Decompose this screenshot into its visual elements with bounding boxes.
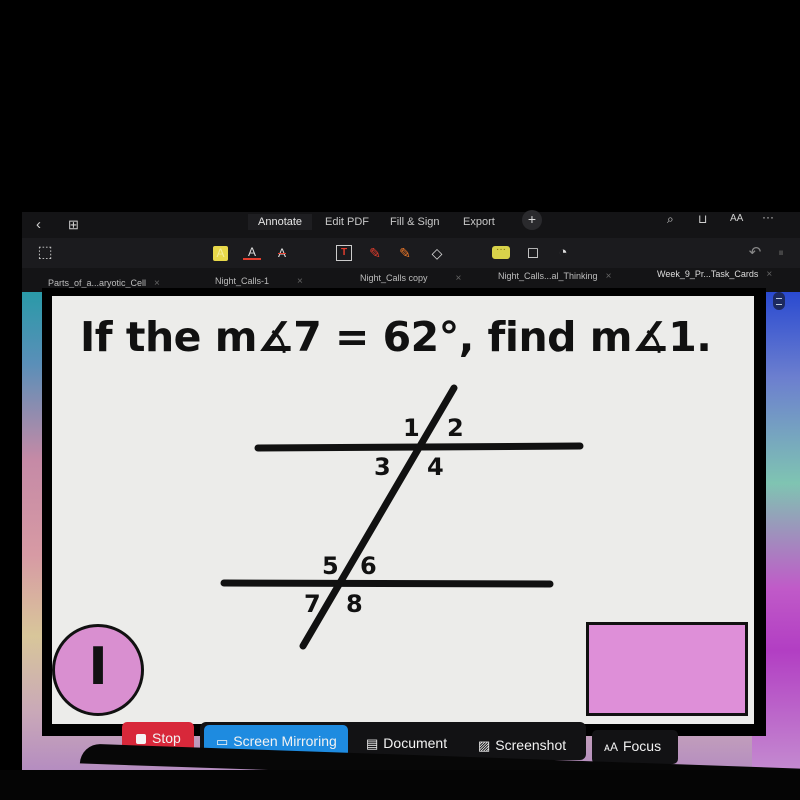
search-icon[interactable]: ⌕ — [667, 212, 674, 226]
angle-label-8: 8 — [346, 590, 363, 618]
annotation-toolbar: ⬚ A A A T ✎ ✎ ◇ ··· ◻ ◔ ↶ ⏸ — [22, 238, 800, 268]
angle-label-5: 5 — [322, 552, 339, 580]
text-size-icon[interactable]: AA — [730, 212, 743, 226]
angle-label-2: 2 — [447, 414, 464, 442]
angle-label-4: 4 — [427, 453, 444, 481]
focus-label: Focus — [622, 738, 662, 754]
doc-tab-label: Night_Calls copy — [360, 273, 428, 283]
stop-label: Stop — [152, 730, 181, 746]
screenshot-label: Screenshot — [495, 737, 567, 753]
doc-tab-night-calls-copy[interactable]: Night_Calls copy × — [360, 273, 461, 284]
back-icon[interactable]: ‹ — [36, 217, 41, 232]
close-icon[interactable]: × — [606, 271, 612, 282]
undo-icon[interactable]: ↶ — [746, 244, 764, 262]
shape-tool-icon[interactable]: ◻ — [524, 244, 542, 262]
answer-letter: I — [88, 637, 108, 697]
textbox-tool-icon[interactable]: T — [336, 245, 352, 261]
angle-label-6: 6 — [360, 552, 377, 580]
background-dark — [0, 0, 800, 212]
menu-bar: ‹ ⊞ Annotate Edit PDF Fill & Sign Export… — [22, 210, 800, 238]
sticker-tool-icon[interactable]: ◔ — [554, 244, 572, 262]
marker-tool-icon[interactable]: ✎ — [396, 244, 414, 262]
close-icon[interactable]: × — [456, 273, 462, 284]
screenshot-button[interactable]: ▨ Screenshot — [474, 729, 584, 761]
tab-edit-pdf[interactable]: Edit PDF — [325, 216, 369, 228]
bottom-dark-area — [0, 770, 800, 800]
more-icon[interactable]: ··· — [762, 210, 774, 224]
doc-tab-label: Week_9_Pr...Task_Cards — [657, 269, 759, 279]
scroll-thumb[interactable] — [773, 292, 785, 310]
tab-annotate[interactable]: Annotate — [248, 214, 313, 230]
doc-tab-label: Parts_of_a...aryotic_Cell — [48, 278, 147, 288]
underline-tool-icon[interactable]: A — [243, 244, 261, 260]
strikethrough-tool-icon[interactable]: A — [273, 244, 291, 262]
stop-icon — [136, 734, 146, 744]
screen-mirroring-label: Screen Mirroring — [233, 733, 337, 749]
focus-button[interactable]: ᴀA Focus — [592, 730, 678, 764]
doc-tab-week-9-task-cards[interactable]: Week_9_Pr...Task_Cards × — [657, 269, 772, 280]
text-size-icon: ᴀA — [604, 740, 618, 754]
lasso-select-icon[interactable]: ⬚ — [36, 244, 54, 262]
angle-label-1: 1 — [403, 414, 420, 442]
tab-export[interactable]: Export — [463, 216, 495, 228]
tab-fill-sign[interactable]: Fill & Sign — [390, 216, 440, 228]
answer-letter-badge: I — [52, 624, 144, 716]
doc-tab-night-calls-thinking[interactable]: Night_Calls...al_Thinking × — [498, 271, 611, 282]
close-icon[interactable]: × — [297, 276, 303, 287]
answer-input-box[interactable] — [586, 622, 748, 716]
angle-label-3: 3 — [374, 453, 391, 481]
book-icon[interactable]: ⊔ — [698, 212, 707, 226]
eraser-tool-icon[interactable]: ◇ — [428, 244, 446, 262]
doc-tab-night-calls-1[interactable]: Night_Calls-1 × — [215, 276, 303, 287]
comment-tool-icon[interactable]: ··· — [492, 245, 510, 259]
question-text: If the m∡7 = 62°, find m∡1. — [80, 313, 712, 361]
add-tab-button[interactable]: + — [522, 210, 542, 230]
document-label: Document — [383, 735, 448, 751]
angle-label-7: 7 — [304, 590, 321, 618]
doc-tab-label: Night_Calls-1 — [215, 276, 270, 286]
close-icon[interactable]: × — [766, 269, 772, 280]
grid-view-icon[interactable]: ⊞ — [68, 218, 79, 232]
redo-icon[interactable]: ⏸ — [772, 244, 790, 262]
pdf-app-window: ‹ ⊞ Annotate Edit PDF Fill & Sign Export… — [22, 210, 800, 292]
doc-tab-label: Night_Calls...al_Thinking — [498, 271, 598, 281]
highlight-tool-icon[interactable]: A — [213, 246, 228, 261]
pen-tool-icon[interactable]: ✎ — [366, 244, 384, 262]
